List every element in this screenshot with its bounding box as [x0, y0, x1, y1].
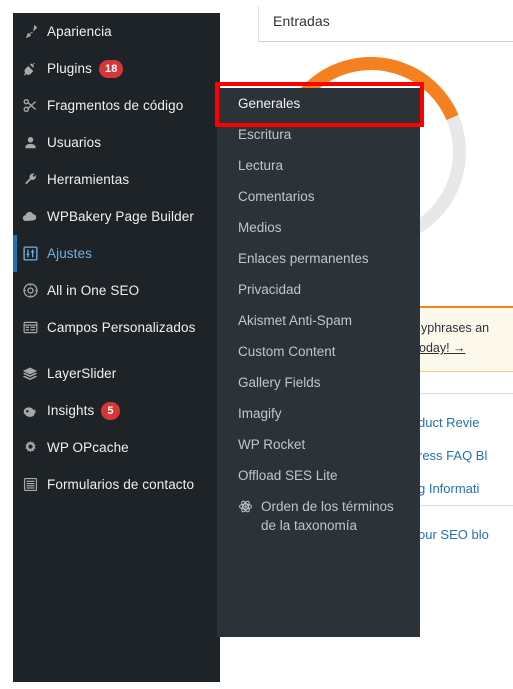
submenu-item-enlaces-permanentes[interactable]: Enlaces permanentes — [217, 243, 420, 274]
divider — [418, 505, 513, 506]
sidebar-item-all-in-one-seo[interactable]: All in One SEO — [13, 272, 220, 309]
plug-icon — [13, 59, 47, 77]
submenu-item-orden-de-los-terminos[interactable]: Orden de los términos de la taxonomía — [217, 491, 420, 541]
brush-icon — [13, 22, 47, 40]
promo-notice: yphrases an oday! → — [418, 306, 513, 372]
sidebar-item-label: Plugins 18 — [47, 59, 220, 78]
sidebar-item-label: Ajustes — [47, 246, 92, 261]
sidebar-item-ajustes[interactable]: Ajustes — [13, 235, 220, 272]
layers-icon — [13, 364, 47, 383]
sidebar-item-plugins[interactable]: Plugins 18 — [13, 50, 220, 87]
acf-icon — [13, 318, 47, 336]
sidebar-item-apariencia[interactable]: Apariencia — [13, 13, 220, 50]
user-icon — [13, 133, 47, 151]
content-link[interactable]: our SEO blo — [418, 518, 513, 551]
insights-badge: 5 — [101, 402, 120, 420]
content-link-list: duct Revie ress FAQ Bl g Informati our S… — [418, 393, 513, 551]
submenu-item-medios[interactable]: Medios — [217, 212, 420, 243]
submenu-item-gallery-fields[interactable]: Gallery Fields — [217, 367, 420, 398]
submenu-item-label: Orden de los términos de la taxonomía — [261, 499, 394, 533]
sidebar-item-text: Insights — [47, 403, 95, 418]
sidebar-item-wpbakery-page-builder[interactable]: WPBakery Page Builder — [13, 198, 220, 235]
submenu-item-offload-ses-lite[interactable]: Offload SES Lite — [217, 460, 420, 491]
sidebar-item-label: WP OPcache — [47, 440, 129, 455]
submenu-item-akismet-anti-spam[interactable]: Akismet Anti-Spam — [217, 305, 420, 336]
sidebar-item-campos-personalizados[interactable]: Campos Personalizados — [13, 309, 220, 346]
content-link[interactable]: ress FAQ Bl — [418, 439, 513, 472]
sidebar-item-text: Plugins — [47, 61, 92, 76]
content-link[interactable]: g Informati — [418, 472, 513, 505]
sidebar-item-label: Insights 5 — [47, 401, 220, 420]
sidebar-item-label: Herramientas — [47, 172, 130, 187]
notice-text: yphrases an — [421, 321, 490, 335]
cloud-icon — [13, 207, 47, 226]
sidebar-item-formularios-de-contacto[interactable]: Formularios de contacto — [13, 466, 220, 503]
sidebar-item-herramientas[interactable]: Herramientas — [13, 161, 220, 198]
tab-entradas[interactable]: Entradas — [273, 13, 330, 29]
notice-link[interactable]: oday! → — [419, 341, 466, 355]
submenu-item-wp-rocket[interactable]: WP Rocket — [217, 429, 420, 460]
gear-icon — [13, 438, 47, 456]
sidebar-item-wp-opcache[interactable]: WP OPcache — [13, 429, 220, 466]
submenu-item-escritura[interactable]: Escritura — [217, 119, 420, 150]
admin-sidebar: Apariencia Plugins 18 Fragmentos de códig… — [13, 13, 220, 682]
submenu-item-lectura[interactable]: Lectura — [217, 150, 420, 181]
submenu-item-generales[interactable]: Generales — [217, 88, 420, 119]
aioseo-icon — [13, 281, 47, 299]
sidebar-item-label: Fragmentos de código — [47, 98, 184, 113]
divider — [418, 393, 513, 394]
submenu-item-privacidad[interactable]: Privacidad — [217, 274, 420, 305]
wrench-icon — [13, 170, 47, 188]
sidebar-item-insights[interactable]: Insights 5 — [13, 392, 220, 429]
sidebar-item-label: All in One SEO — [47, 283, 140, 298]
atom-icon — [238, 497, 256, 519]
sidebar-item-layerslider[interactable]: LayerSlider — [13, 355, 220, 392]
sidebar-item-label: LayerSlider — [47, 366, 117, 381]
ajustes-submenu: Generales Escritura Lectura Comentarios … — [217, 88, 420, 637]
menu-separator — [13, 346, 220, 355]
sliders-icon — [13, 244, 47, 262]
screenshot-root: Entradas yphrases an oday! → duct Revie … — [0, 0, 513, 689]
sidebar-item-label: Campos Personalizados — [47, 320, 196, 335]
submenu-item-custom-content[interactable]: Custom Content — [217, 336, 420, 367]
sidebar-item-label: Usuarios — [47, 135, 102, 150]
submenu-item-imagify[interactable]: Imagify — [217, 398, 420, 429]
sidebar-item-fragmentos-de-codigo[interactable]: Fragmentos de código — [13, 87, 220, 124]
sidebar-item-label: Apariencia — [47, 24, 112, 39]
submenu-item-comentarios[interactable]: Comentarios — [217, 181, 420, 212]
sidebar-item-usuarios[interactable]: Usuarios — [13, 124, 220, 161]
monsterinsights-icon — [13, 401, 47, 420]
list-icon — [13, 475, 47, 493]
sidebar-item-label: Formularios de contacto — [47, 477, 195, 492]
scissors-icon — [13, 96, 47, 114]
sidebar-item-label: WPBakery Page Builder — [47, 209, 194, 224]
plugins-update-badge: 18 — [98, 60, 124, 78]
content-link[interactable]: duct Revie — [418, 406, 513, 439]
